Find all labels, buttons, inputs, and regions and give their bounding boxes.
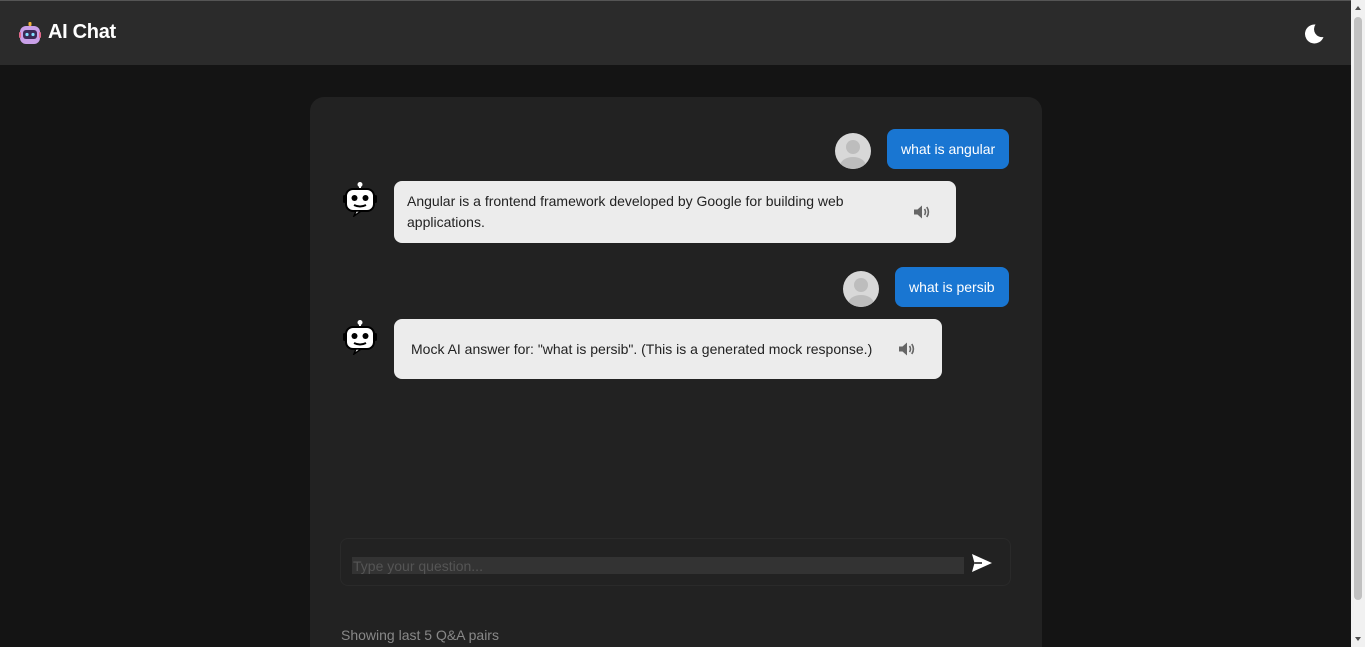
app-header: AI Chat <box>0 0 1351 65</box>
robot-logo-icon <box>19 22 41 44</box>
bot-avatar-icon <box>343 320 377 355</box>
speaker-icon[interactable] <box>913 204 931 220</box>
user-avatar-icon <box>840 140 866 169</box>
send-icon[interactable] <box>970 552 994 574</box>
history-note: Showing last 5 Q&A pairs <box>341 627 499 643</box>
question-input[interactable] <box>352 557 964 574</box>
bot-message: Mock AI answer for: "what is persib". (T… <box>394 319 942 379</box>
speaker-icon[interactable] <box>898 341 916 357</box>
user-avatar-icon <box>848 278 874 307</box>
user-avatar <box>843 271 879 307</box>
bot-message-text: Mock AI answer for: "what is persib". (T… <box>411 341 873 357</box>
user-avatar <box>835 133 871 169</box>
user-message: what is persib <box>895 267 1009 307</box>
scroll-down-icon[interactable] <box>1354 635 1362 643</box>
app-title: AI Chat <box>48 21 116 43</box>
bot-message-text: Angular is a frontend framework develope… <box>407 193 844 230</box>
scroll-up-icon[interactable] <box>1354 4 1362 12</box>
scroll-thumb[interactable] <box>1354 17 1362 600</box>
bot-avatar-icon <box>343 182 377 217</box>
bot-message: Angular is a frontend framework develope… <box>394 181 956 243</box>
user-message: what is angular <box>887 129 1010 169</box>
moon-icon[interactable] <box>1303 23 1325 45</box>
